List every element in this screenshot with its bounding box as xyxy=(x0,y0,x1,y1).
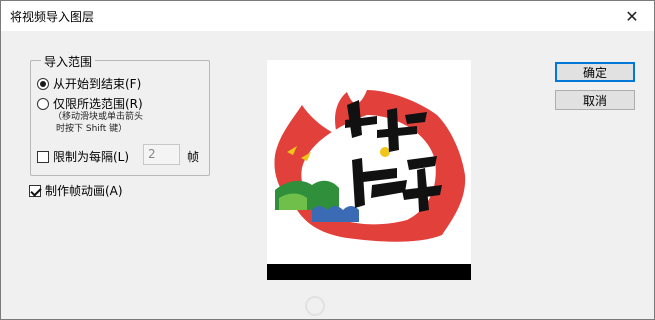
cancel-button[interactable]: 取消 xyxy=(555,90,635,110)
dialog-title: 将视频导入图层 xyxy=(10,10,95,24)
title-bar[interactable]: 将视频导入图层 ✕ xyxy=(1,1,654,31)
radio-from-start-to-end-label: 从开始到结束(F) xyxy=(53,77,142,91)
radio-selected-range-label: 仅限所选范围(R) xyxy=(53,97,143,111)
video-frame-preview xyxy=(267,60,471,280)
make-frame-animation-row[interactable]: 制作帧动画(A) xyxy=(29,182,123,199)
range-hint-line-1: （移动滑块或单击箭头 xyxy=(53,112,144,122)
radio-icon-checked[interactable] xyxy=(37,77,49,90)
radio-selected-range-only[interactable]: 仅限所选范围(R) xyxy=(37,95,143,112)
close-icon: ✕ xyxy=(625,6,639,26)
make-frame-animation-checkbox[interactable] xyxy=(29,184,41,197)
ok-button[interactable]: 确定 xyxy=(555,62,635,82)
import-video-dialog: 将视频导入图层 ✕ 导入范围 从开始到结束(F) 仅限所选范围(R) （移动滑块… xyxy=(0,0,655,320)
make-frame-animation-label: 制作帧动画(A) xyxy=(45,184,123,198)
import-range-legend: 导入范围 xyxy=(41,53,96,70)
radio-icon-unchecked[interactable] xyxy=(37,97,49,110)
limit-every-label: 限制为每隔(L) xyxy=(53,150,130,164)
watermark-logo-icon xyxy=(305,296,325,316)
limit-every-checkbox[interactable] xyxy=(37,150,49,163)
preview-black-bar xyxy=(267,264,471,280)
range-hint-line-2: 时按下 Shift 键） xyxy=(56,124,128,134)
close-button[interactable]: ✕ xyxy=(610,1,654,31)
preview-image xyxy=(274,90,466,242)
radio-from-start-to-end[interactable]: 从开始到结束(F) xyxy=(37,75,141,92)
limit-every-checkbox-row[interactable]: 限制为每隔(L) xyxy=(37,148,129,165)
frames-unit-label: 帧 xyxy=(187,150,200,164)
limit-frames-input[interactable]: 2 xyxy=(143,144,180,165)
